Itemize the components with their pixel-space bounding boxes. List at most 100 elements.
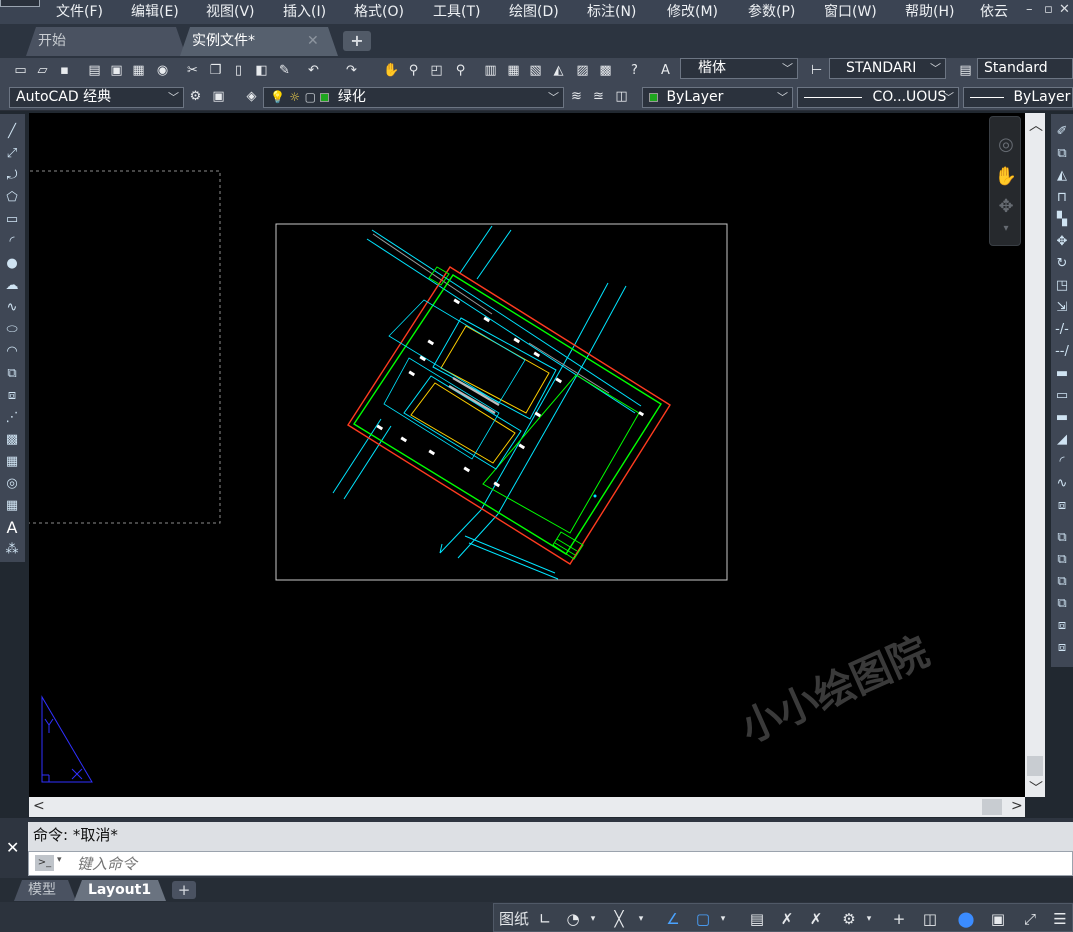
menu-draw[interactable]: 绘图(D): [509, 2, 559, 22]
zoom-window-icon[interactable]: ◰: [428, 62, 445, 79]
plus-icon[interactable]: +: [890, 909, 908, 929]
undo-icon[interactable]: ↶: [305, 62, 322, 79]
draw-order-back-icon[interactable]: ⧉: [1054, 552, 1070, 568]
cut-icon[interactable]: ✂: [184, 62, 201, 79]
text-style-icon[interactable]: A: [657, 62, 674, 79]
polyline-icon[interactable]: ⤾: [4, 168, 20, 184]
markup-icon[interactable]: ▨: [574, 62, 591, 79]
region-icon[interactable]: ◎: [4, 476, 20, 492]
menu-modify[interactable]: 修改(M): [667, 2, 718, 22]
menu-yiyun[interactable]: 依云: [980, 2, 1008, 22]
offset-icon[interactable]: ⊓: [1054, 190, 1070, 206]
ellipse-icon[interactable]: ⬭: [4, 322, 20, 338]
blend-curves-icon[interactable]: ∿: [1054, 476, 1070, 492]
vertical-scrollbar[interactable]: ︿ ﹀: [1025, 113, 1045, 797]
explode-icon[interactable]: ⧈: [1054, 498, 1070, 514]
minimize-button[interactable]: –: [1026, 2, 1033, 17]
hardware-acceleration-icon[interactable]: ⬤: [956, 909, 976, 929]
chevron-down-icon[interactable]: ▾: [864, 909, 874, 929]
block-editor-icon[interactable]: ✎: [276, 62, 293, 79]
join-icon[interactable]: ▬: [1054, 410, 1070, 426]
gradient-icon[interactable]: ▦: [4, 454, 20, 470]
chevron-down-icon[interactable]: ▾: [588, 909, 598, 929]
menu-window[interactable]: 窗口(W): [824, 2, 877, 22]
save-icon[interactable]: ▪: [56, 62, 73, 79]
command-prompt-icon[interactable]: >_: [35, 855, 54, 871]
text-style-select[interactable]: 楷体 ﹀: [680, 58, 798, 79]
tab-layout1[interactable]: Layout1: [74, 880, 166, 901]
object-snap-tracking-icon[interactable]: ∠: [664, 909, 682, 929]
menu-view[interactable]: 视图(V): [206, 2, 255, 22]
close-window-button[interactable]: ✕: [1059, 2, 1070, 17]
close-icon[interactable]: ✕: [6, 838, 19, 857]
scroll-down-icon[interactable]: ﹀: [1029, 778, 1043, 798]
plot-preview-icon[interactable]: ▣: [108, 62, 125, 79]
menu-tools[interactable]: 工具(T): [433, 2, 480, 22]
3d-dwf-icon[interactable]: ◉: [154, 62, 171, 79]
make-block-icon[interactable]: ⧈: [4, 388, 20, 404]
text-to-front-icon[interactable]: ⧈: [1054, 618, 1070, 634]
steering-wheel-icon[interactable]: ◎: [994, 133, 1018, 157]
menu-edit[interactable]: 编辑(E): [131, 2, 179, 22]
line-icon[interactable]: ╱: [4, 124, 20, 140]
lineweight-select[interactable]: ByLayer: [963, 87, 1073, 108]
dim-style-select[interactable]: STANDARI ﹀: [829, 58, 946, 79]
tab-model[interactable]: 模型: [14, 880, 76, 901]
zoom-extents-icon[interactable]: ✥: [994, 195, 1018, 219]
tab-start[interactable]: 开始: [26, 27, 186, 56]
rotate-icon[interactable]: ↻: [1054, 256, 1070, 272]
vertical-scroll-thumb[interactable]: [1027, 756, 1043, 776]
menu-help[interactable]: 帮助(H): [905, 2, 954, 22]
linetype-select[interactable]: CO...UOUS ﹀: [797, 87, 959, 108]
rectangle-icon[interactable]: ▭: [4, 212, 20, 228]
properties-icon[interactable]: ▥: [482, 62, 499, 79]
menu-format[interactable]: 格式(O): [354, 2, 404, 22]
gear-icon[interactable]: ⚙: [840, 909, 858, 929]
horizontal-scrollbar[interactable]: < >: [29, 797, 1025, 817]
new-tab-button[interactable]: +: [343, 31, 371, 51]
dim-style-icon[interactable]: ⊢: [808, 62, 825, 79]
menu-parametric[interactable]: 参数(P): [748, 2, 795, 22]
array-icon[interactable]: ▚: [1054, 212, 1070, 228]
polygon-icon[interactable]: ⬠: [4, 190, 20, 206]
copy-icon[interactable]: ❐: [207, 62, 224, 79]
zoom-previous-icon[interactable]: ⚲: [452, 62, 469, 79]
annotation-visibility-icon[interactable]: ✗: [807, 909, 825, 929]
horizontal-scroll-thumb[interactable]: [982, 799, 1002, 815]
zoom-realtime-icon[interactable]: ⚲: [405, 62, 422, 79]
publish-icon[interactable]: ▦: [130, 62, 147, 79]
menu-dimension[interactable]: 标注(N): [587, 2, 636, 22]
spline-icon[interactable]: ∿: [4, 300, 20, 316]
color-select[interactable]: ByLayer ﹀: [642, 87, 793, 108]
layer-select[interactable]: 💡 ☼ ▢ 绿化 ﹀: [263, 87, 564, 108]
insert-block-icon[interactable]: ⧉: [4, 366, 20, 382]
polar-tracking-icon[interactable]: ◔: [564, 909, 582, 929]
ellipse-arc-icon[interactable]: ◠: [4, 344, 20, 360]
table-icon[interactable]: ▦: [4, 498, 20, 514]
customize-icon[interactable]: ▣: [210, 88, 227, 105]
command-input[interactable]: [77, 852, 1057, 875]
ortho-icon[interactable]: ∟: [536, 909, 554, 929]
open-file-icon[interactable]: ▱: [34, 62, 51, 79]
scroll-left-icon[interactable]: <: [33, 798, 45, 814]
close-icon[interactable]: ✕: [307, 27, 319, 56]
chevron-down-icon[interactable]: ▾: [994, 217, 1018, 241]
copy-object-icon[interactable]: ⧉: [1054, 146, 1070, 162]
lineweight-icon[interactable]: ▤: [748, 909, 766, 929]
restore-button[interactable]: ▫: [1044, 2, 1053, 17]
layer-manager-icon[interactable]: ◈: [243, 88, 260, 105]
design-center-icon[interactable]: ▦: [505, 62, 522, 79]
revision-cloud-icon[interactable]: ☁: [4, 278, 20, 294]
isodraft-icon[interactable]: ╳: [610, 909, 628, 929]
new-layout-button[interactable]: +: [172, 881, 196, 899]
erase-icon[interactable]: ✐: [1054, 124, 1070, 140]
construction-line-icon[interactable]: ⤢: [4, 146, 20, 162]
scale-icon[interactable]: ◳: [1054, 278, 1070, 294]
isolate-objects-icon[interactable]: ◫: [920, 909, 940, 929]
customization-menu-icon[interactable]: ☰: [1050, 909, 1070, 929]
stretch-icon[interactable]: ⇲: [1054, 300, 1070, 316]
draw-order-front-icon[interactable]: ⧉: [1054, 530, 1070, 546]
tool-palettes-icon[interactable]: ▧: [527, 62, 544, 79]
hatch-icon[interactable]: ▩: [4, 432, 20, 448]
menu-insert[interactable]: 插入(I): [283, 2, 326, 22]
